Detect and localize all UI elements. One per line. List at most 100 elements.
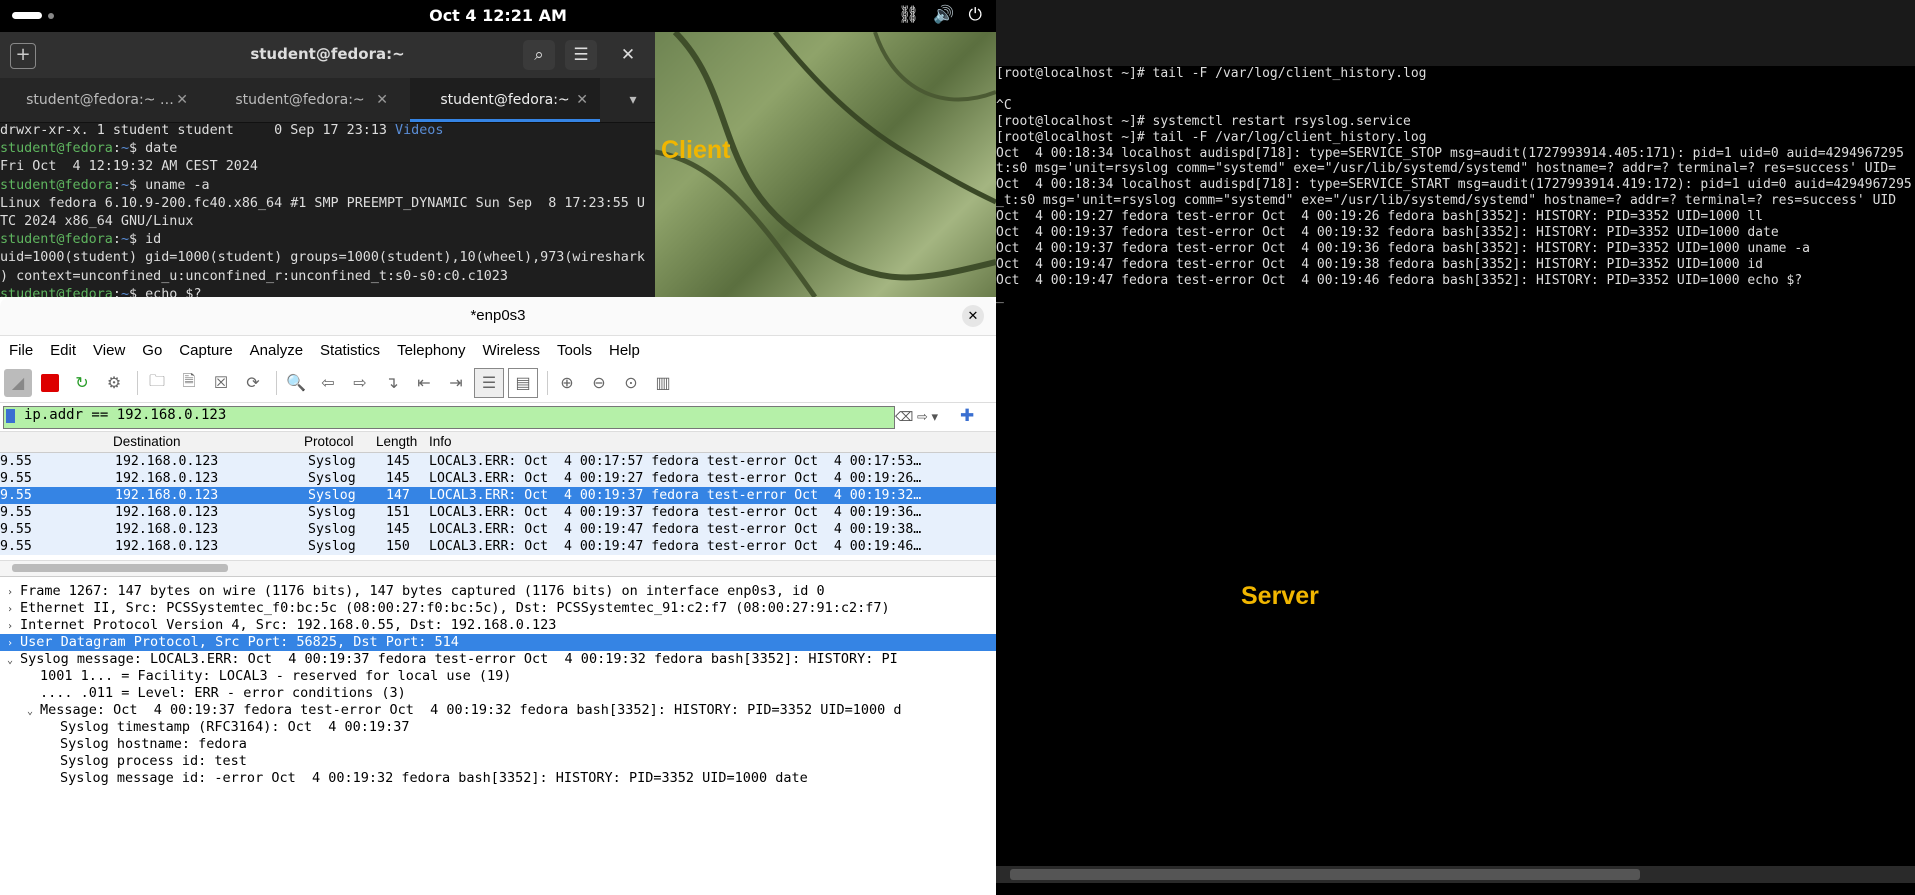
reload-file-icon[interactable]: ⟳ — [239, 369, 267, 397]
terminal-text: Fri Oct 4 12:19:32 AM CEST 2024 — [0, 159, 258, 175]
terminal-text: ~ — [120, 141, 129, 157]
server-line: t:s0 msg='unit=rsyslog comm="systemd" ex… — [996, 161, 1897, 177]
scroll-thumb[interactable] — [12, 564, 228, 572]
bookmark-icon[interactable] — [6, 409, 15, 423]
menu-button[interactable]: ☰ — [565, 40, 597, 70]
menu-capture[interactable]: Capture — [170, 342, 240, 359]
chevron-down-icon[interactable]: ▾ — [932, 409, 939, 424]
detail-row[interactable]: ⌄ Syslog message: LOCAL3.ERR: Oct 4 00:19… — [0, 651, 996, 668]
terminal-text: : — [112, 177, 121, 193]
detail-row[interactable]: Syslog timestamp (RFC3164): Oct 4 00:19:… — [0, 719, 996, 736]
capture-options-icon[interactable]: ⚙ — [100, 369, 128, 397]
save-file-icon[interactable]: 🗎 — [175, 369, 203, 397]
server-output[interactable]: [root@localhost ~]# tail -F /var/log/cli… — [996, 66, 1915, 866]
detail-row[interactable]: › Internet Protocol Version 4, Src: 192.1… — [0, 617, 996, 634]
tab-list-button[interactable]: ▾ — [615, 78, 651, 122]
expand-arrow-icon[interactable]: › — [0, 584, 20, 601]
last-packet-icon[interactable]: ⇥ — [442, 369, 470, 397]
go-back-icon[interactable]: ⇦ — [314, 369, 342, 397]
menu-bar: File Edit View Go Capture Analyze Statistics Te… — [0, 336, 996, 364]
expand-arrow-icon[interactable]: › — [0, 635, 20, 652]
terminal-text: TC 2024 x86_64 GNU/Linux — [0, 214, 194, 230]
menu-tools[interactable]: Tools — [548, 342, 600, 359]
packet-row[interactable]: 9.55 192.168.0.123 Syslog 145 LOCAL3.ERR: Oc… — [0, 453, 996, 470]
menu-view[interactable]: View — [84, 342, 133, 359]
detail-row[interactable]: › Ethernet II, Src: PCSSystemtec_f0:bc:5c… — [0, 600, 996, 617]
close-button[interactable]: ✕ — [612, 40, 644, 70]
packet-list: 9.55 192.168.0.123 Syslog 145 LOCAL3.ERR: Oc… — [0, 453, 996, 555]
system-tray[interactable]: ⛓ 🔊 ⏻ — [898, 5, 982, 25]
expand-arrow-icon[interactable]: ⌄ — [20, 703, 40, 720]
restart-capture-icon[interactable]: ↻ — [68, 369, 96, 397]
open-file-icon[interactable]: 🗀 — [143, 369, 171, 397]
detail-row[interactable]: Syslog hostname: fedora — [0, 736, 996, 753]
clock[interactable]: Oct 4 12:21 AM — [0, 6, 996, 25]
column-protocol[interactable]: Protocol — [304, 434, 354, 449]
detail-row[interactable]: › Frame 1267: 147 bytes on wire (1176 bit… — [0, 583, 996, 600]
terminal-tab-active[interactable]: student@fedora:~ ✕ — [410, 78, 600, 122]
packet-list-horizontal-scrollbar[interactable] — [0, 560, 996, 577]
normal-size-icon[interactable]: ⊙ — [617, 369, 645, 397]
detail-row[interactable]: Syslog message id: -error Oct 4 00:19:32… — [0, 770, 996, 787]
menu-help[interactable]: Help — [600, 342, 648, 359]
terminal-title: student@fedora:~ — [250, 45, 405, 63]
add-filter-button-icon[interactable]: ✚ — [960, 406, 974, 426]
close-icon[interactable]: ✕ — [376, 78, 388, 122]
expand-arrow-icon[interactable]: ⌄ — [0, 652, 20, 669]
close-icon[interactable]: ✕ — [176, 78, 188, 122]
display-filter-text[interactable]: ip.addr == 192.168.0.123 — [24, 407, 226, 423]
packet-row[interactable]: 9.55 192.168.0.123 Syslog 145 LOCAL3.ERR: Oc… — [0, 470, 996, 487]
column-length[interactable]: Length — [376, 434, 417, 449]
shark-fin-icon[interactable]: ◢ — [4, 369, 32, 397]
expand-arrow-icon[interactable]: › — [0, 618, 20, 635]
autoscroll-icon[interactable]: ☰ — [474, 368, 504, 398]
close-file-icon[interactable]: ☒ — [207, 369, 235, 397]
zoom-in-icon[interactable]: ⊕ — [553, 369, 581, 397]
stop-capture-button[interactable] — [36, 369, 64, 397]
column-destination[interactable]: Destination — [113, 434, 181, 449]
first-packet-icon[interactable]: ⇤ — [410, 369, 438, 397]
resize-columns-icon[interactable]: ▥ — [649, 369, 677, 397]
menu-edit[interactable]: Edit — [41, 342, 84, 359]
menu-file[interactable]: File — [0, 342, 41, 359]
packet-cell-proto: Syslog — [308, 471, 356, 486]
apply-filter-icon[interactable]: ⇨ — [917, 409, 928, 424]
packet-cell-dst: 192.168.0.123 — [115, 539, 219, 554]
packet-row[interactable]: 9.55 192.168.0.123 Syslog 145 LOCAL3.ERR: Oc… — [0, 521, 996, 538]
close-icon[interactable]: ✕ — [576, 78, 588, 122]
terminal-text: ~ — [120, 286, 129, 297]
search-button[interactable]: ⌕ — [523, 40, 555, 70]
packet-row[interactable]: 9.55 192.168.0.123 Syslog 151 LOCAL3.ERR: Oc… — [0, 504, 996, 521]
menu-wireless[interactable]: Wireless — [473, 342, 548, 359]
go-forward-icon[interactable]: ⇨ — [346, 369, 374, 397]
terminal-line: student@fedora:~$ uname -a — [0, 177, 655, 195]
detail-row[interactable]: › User Datagram Protocol, Src Port: 56825… — [0, 634, 996, 651]
filter-controls[interactable]: ⌫ ⇨ ▾ — [895, 409, 938, 425]
detail-text: Internet Protocol Version 4, Src: 192.16… — [20, 617, 557, 633]
colorize-icon[interactable]: ▤ — [508, 368, 538, 398]
close-button[interactable]: ✕ — [962, 305, 984, 327]
terminal-tab[interactable]: student@fedora:~ … ✕ — [0, 78, 200, 122]
menu-go[interactable]: Go — [133, 342, 170, 359]
packet-row[interactable]: 9.55 192.168.0.123 Syslog 150 LOCAL3.ERR: Oc… — [0, 538, 996, 555]
expand-arrow-icon[interactable]: › — [0, 601, 20, 618]
detail-row[interactable]: .... .011 = Level: ERR - error condition… — [0, 685, 996, 702]
separator — [137, 371, 138, 395]
zoom-out-icon[interactable]: ⊖ — [585, 369, 613, 397]
scroll-thumb[interactable] — [1010, 869, 1640, 880]
terminal-output[interactable]: drwxr-xr-x. 1 student student 0 Sep 17 2… — [0, 122, 655, 297]
go-to-packet-icon[interactable]: ↴ — [378, 369, 406, 397]
terminal-tab[interactable]: student@fedora:~ ✕ — [200, 78, 400, 122]
menu-statistics[interactable]: Statistics — [311, 342, 388, 359]
detail-row[interactable]: Syslog process id: test — [0, 753, 996, 770]
packet-row[interactable]: 9.55 192.168.0.123 Syslog 147 LOCAL3.ERR: Oc… — [0, 487, 996, 504]
clear-filter-icon[interactable]: ⌫ — [895, 409, 913, 424]
server-horizontal-scrollbar[interactable] — [996, 866, 1915, 883]
terminal-text: student@fedora — [0, 141, 113, 157]
column-info[interactable]: Info — [429, 434, 452, 449]
menu-telephony[interactable]: Telephony — [388, 342, 473, 359]
find-packet-icon[interactable]: 🔍 — [282, 369, 310, 397]
detail-row[interactable]: 1001 1... = Facility: LOCAL3 - reserved … — [0, 668, 996, 685]
menu-analyze[interactable]: Analyze — [241, 342, 311, 359]
detail-row[interactable]: ⌄ Message: Oct 4 00:19:37 fedora test-err… — [0, 702, 996, 719]
